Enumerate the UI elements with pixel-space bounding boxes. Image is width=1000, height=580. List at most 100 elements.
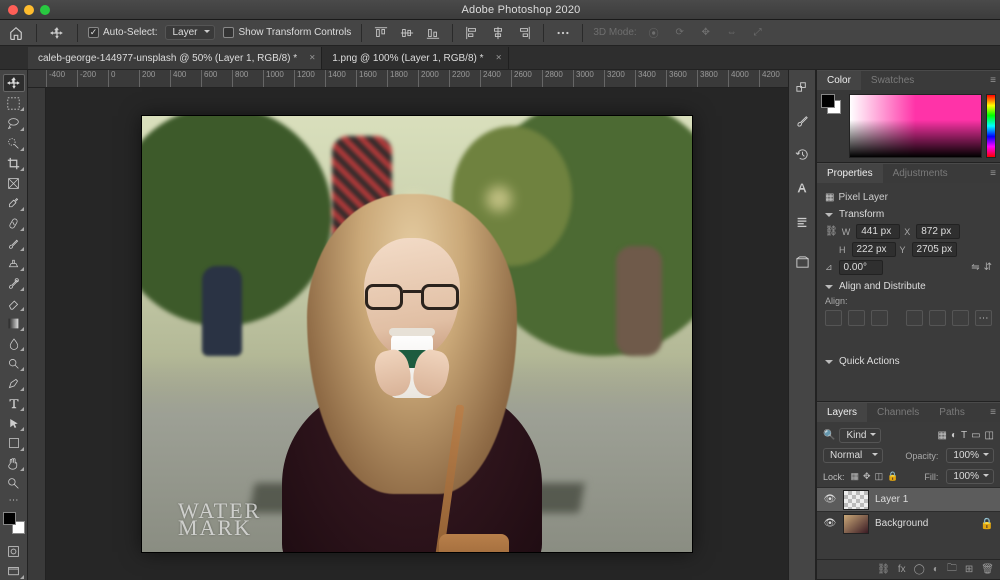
eyedropper-tool[interactable] — [3, 194, 25, 212]
move-tool-preset-icon[interactable] — [47, 23, 67, 43]
link-wh-icon[interactable]: ⛓ — [825, 226, 838, 237]
layer-row[interactable]: 👁 Background 🔒 — [817, 511, 1000, 535]
maximize-window-button[interactable] — [40, 5, 50, 15]
layer-row[interactable]: 👁 Layer 1 — [817, 487, 1000, 511]
lock-all-icon[interactable]: 🔒 — [887, 471, 898, 482]
panel-tab-layers[interactable]: Layers — [817, 403, 867, 422]
panel-tab-swatches[interactable]: Swatches — [861, 71, 924, 90]
show-transform-checkbox[interactable]: Show Transform Controls — [223, 27, 351, 38]
link-layers-icon[interactable]: ⛓ — [877, 564, 890, 575]
type-tool[interactable] — [3, 394, 25, 412]
group-icon[interactable]: 🗀 — [947, 561, 957, 578]
path-select-tool[interactable] — [3, 414, 25, 432]
dodge-tool[interactable] — [3, 354, 25, 372]
document-canvas[interactable]: WATER MARK — [142, 116, 692, 552]
layer-fx-icon[interactable]: fx — [898, 564, 906, 575]
filter-shape-icon[interactable]: ▭ — [971, 430, 980, 441]
layer-filter-kind-dropdown[interactable]: Kind — [839, 428, 881, 443]
edit-toolbar-icon[interactable]: ⋯ — [3, 494, 25, 506]
zoom-tool[interactable] — [3, 474, 25, 492]
history-panel-icon[interactable] — [792, 144, 812, 164]
3d-scale-icon[interactable]: ⤢ — [749, 24, 767, 42]
close-tab-icon[interactable]: × — [309, 53, 315, 64]
filter-smart-icon[interactable]: ◫ — [985, 430, 994, 441]
3d-slide-icon[interactable]: ⇔ — [723, 24, 741, 42]
lock-icon[interactable]: 🔒 — [980, 517, 994, 530]
layer-name[interactable]: Background — [875, 518, 974, 529]
lock-artboard-icon[interactable]: ◫ — [875, 471, 884, 482]
panel-tab-adjustments[interactable]: Adjustments — [883, 164, 958, 183]
new-layer-icon[interactable]: ⊞ — [965, 564, 973, 575]
filter-adjust-icon[interactable]: ◐ — [951, 430, 957, 441]
eraser-tool[interactable] — [3, 294, 25, 312]
lock-pixels-icon[interactable]: ▦ — [851, 471, 860, 482]
character-panel-icon[interactable] — [792, 178, 812, 198]
shape-tool[interactable] — [3, 434, 25, 452]
document-tab[interactable]: 1.png @ 100% (Layer 1, RGB/8) * × — [322, 47, 508, 69]
transform-angle-field[interactable]: 0.00° — [839, 260, 883, 275]
panel-tab-paths[interactable]: Paths — [929, 403, 975, 422]
align-hcenter-icon[interactable] — [489, 24, 507, 42]
3d-roll-icon[interactable]: ⟳ — [671, 24, 689, 42]
paragraph-panel-icon[interactable] — [792, 212, 812, 232]
section-align[interactable]: Align and Distribute — [825, 281, 992, 292]
hue-slider[interactable] — [986, 94, 996, 158]
panel-tab-channels[interactable]: Channels — [867, 403, 929, 422]
align-top-edges-icon[interactable] — [372, 24, 390, 42]
layer-name[interactable]: Layer 1 — [875, 494, 994, 505]
vertical-ruler[interactable] — [28, 88, 46, 580]
document-tab[interactable]: caleb-george-144977-unsplash @ 50% (Laye… — [28, 47, 322, 69]
pen-tool[interactable] — [3, 374, 25, 392]
transform-width-field[interactable]: 441 px — [856, 224, 900, 239]
opacity-field[interactable]: 100% — [946, 448, 994, 463]
gradient-tool[interactable] — [3, 314, 25, 332]
color-picker-field[interactable] — [849, 94, 982, 158]
panel-tab-properties[interactable]: Properties — [817, 164, 883, 183]
hand-tool[interactable] — [3, 454, 25, 472]
move-tool[interactable] — [3, 74, 25, 92]
libraries-panel-icon[interactable] — [792, 252, 812, 272]
flip-v-icon[interactable]: ⇵ — [984, 262, 992, 273]
delete-layer-icon[interactable]: 🗑 — [981, 564, 994, 575]
align-vcenter-icon[interactable] — [929, 310, 946, 326]
3d-orbit-icon[interactable]: ⦿ — [645, 24, 663, 42]
layer-mask-icon[interactable]: ◯ — [914, 564, 925, 575]
align-right-icon[interactable] — [871, 310, 888, 326]
section-quick-actions[interactable]: Quick Actions — [825, 356, 992, 367]
section-transform[interactable]: Transform — [825, 209, 992, 220]
history-brush-tool[interactable] — [3, 274, 25, 292]
foreground-color-swatch[interactable] — [3, 512, 16, 525]
foreground-background-color[interactable] — [3, 512, 25, 534]
filter-pixel-icon[interactable]: ▦ — [937, 430, 946, 441]
auto-select-target-dropdown[interactable]: Layer — [165, 25, 215, 40]
blur-tool[interactable] — [3, 334, 25, 352]
align-right-edges-icon[interactable] — [515, 24, 533, 42]
lasso-tool[interactable] — [3, 114, 25, 132]
blend-mode-dropdown[interactable]: Normal — [823, 448, 883, 463]
brush-tool[interactable] — [3, 234, 25, 252]
minimize-window-button[interactable] — [24, 5, 34, 15]
horizontal-ruler[interactable]: -400-20002004006008001000120014001600180… — [28, 70, 788, 88]
align-bottom-icon[interactable] — [952, 310, 969, 326]
layer-thumbnail[interactable] — [843, 490, 869, 510]
more-align-icon[interactable]: ⋯ — [975, 310, 992, 326]
align-left-edges-icon[interactable] — [463, 24, 481, 42]
color-panel-icon[interactable] — [792, 76, 812, 96]
lock-position-icon[interactable]: ✥ — [863, 471, 871, 482]
adjustment-layer-icon[interactable]: ◐ — [933, 564, 939, 575]
filter-type-icon[interactable]: T — [961, 430, 967, 441]
home-icon[interactable] — [6, 23, 26, 43]
align-hcenter-icon[interactable] — [848, 310, 865, 326]
more-align-icon[interactable] — [554, 24, 572, 42]
screen-mode-icon[interactable] — [3, 562, 25, 580]
3d-pan-icon[interactable]: ✥ — [697, 24, 715, 42]
flip-h-icon[interactable]: ⇋ — [971, 262, 979, 273]
healing-brush-tool[interactable] — [3, 214, 25, 232]
transform-height-field[interactable]: 222 px — [852, 242, 896, 257]
marquee-tool[interactable] — [3, 94, 25, 112]
align-left-icon[interactable] — [825, 310, 842, 326]
layer-thumbnail[interactable] — [843, 514, 869, 534]
transform-y-field[interactable]: 2705 px — [912, 242, 958, 257]
crop-tool[interactable] — [3, 154, 25, 172]
frame-tool[interactable] — [3, 174, 25, 192]
